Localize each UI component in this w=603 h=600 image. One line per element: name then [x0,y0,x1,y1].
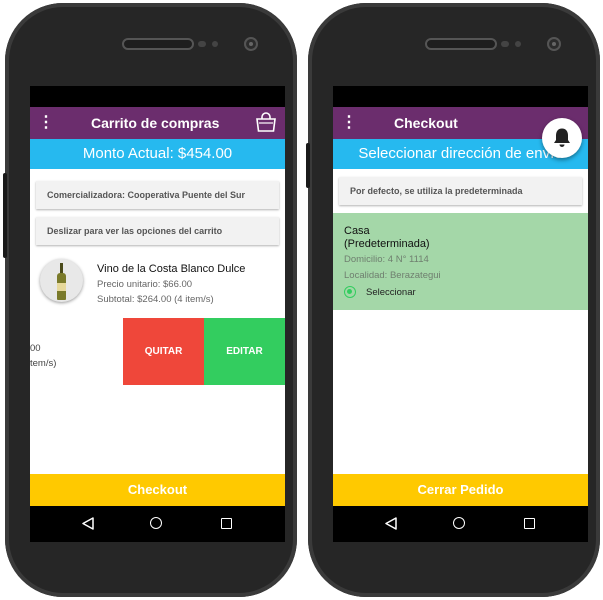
address-localidad: Localidad: Berazategui [344,270,441,281]
product-unit-price: Precio unitario: $66.00 [97,279,193,290]
phone-frame-right: ⋮ Checkout Seleccionar dirección de enví… [306,3,600,597]
nav-bar [30,506,285,542]
status-bar [30,86,285,107]
swiped-row-text: tem/s) [30,358,57,369]
seller-card: Comercializadora: Cooperativa Puente del… [36,181,279,209]
checkout-content: Por defecto, se utiliza la predeterminad… [333,169,588,474]
front-camera [244,37,258,51]
page-title: Carrito de compras [91,115,220,131]
back-triangle-icon[interactable] [82,517,94,530]
home-circle-icon[interactable] [453,517,465,529]
volume-button [3,173,7,258]
checkout-button[interactable]: Checkout [30,474,285,506]
recents-square-icon[interactable] [524,518,535,529]
nav-bar [333,506,588,542]
amount-bar: Monto Actual: $454.00 [30,139,285,169]
select-radio[interactable] [344,286,356,298]
back-triangle-icon[interactable] [385,517,397,530]
notification-fab[interactable] [542,118,582,158]
address-card[interactable]: Casa (Predeterminada) Domicilio: 4 N° 11… [333,213,588,310]
close-order-button[interactable]: Cerrar Pedido [333,474,588,506]
product-subtotal: Subtotal: $264.00 (4 item/s) [97,294,214,305]
address-name: Casa [344,225,370,237]
page-title: Checkout [394,115,458,131]
select-label: Seleccionar [366,287,416,298]
more-vert-icon[interactable]: ⋮ [341,113,357,133]
sensor [212,41,218,47]
more-vert-icon[interactable]: ⋮ [38,113,54,133]
screen-cart: ⋮ Carrito de compras Monto Actual: $454.… [30,86,285,542]
cart-content: Comercializadora: Cooperativa Puente del… [30,169,285,474]
status-bar [333,86,588,107]
remove-button[interactable]: QUITAR [123,318,204,385]
product-thumbnail [40,259,83,302]
screen-checkout: ⋮ Checkout Seleccionar dirección de enví… [333,86,588,542]
product-name: Vino de la Costa Blanco Dulce [97,263,246,275]
address-default-tag: (Predeterminada) [344,238,430,250]
phone-frame-left: ⋮ Carrito de compras Monto Actual: $454.… [3,3,297,597]
recents-square-icon[interactable] [221,518,232,529]
swipe-hint-card: Deslizar para ver las opciones del carri… [36,217,279,245]
volume-button [306,143,310,188]
swiped-row-text: 00 [30,343,41,354]
sensor [501,41,509,47]
address-domicilio: Domicilio: 4 N° 1114 [344,254,429,265]
shopping-bag-icon[interactable] [255,112,277,133]
cart-item[interactable]: Vino de la Costa Blanco Dulce Precio uni… [30,253,285,315]
sensor [515,41,521,47]
default-info-card: Por defecto, se utiliza la predeterminad… [339,177,582,205]
notification-bell-icon [554,128,570,147]
earpiece-speaker [425,38,497,50]
edit-button[interactable]: EDITAR [204,318,285,385]
sensor [198,41,206,47]
front-camera [547,37,561,51]
earpiece-speaker [122,38,194,50]
home-circle-icon[interactable] [150,517,162,529]
app-bar: ⋮ Carrito de compras [30,107,285,139]
